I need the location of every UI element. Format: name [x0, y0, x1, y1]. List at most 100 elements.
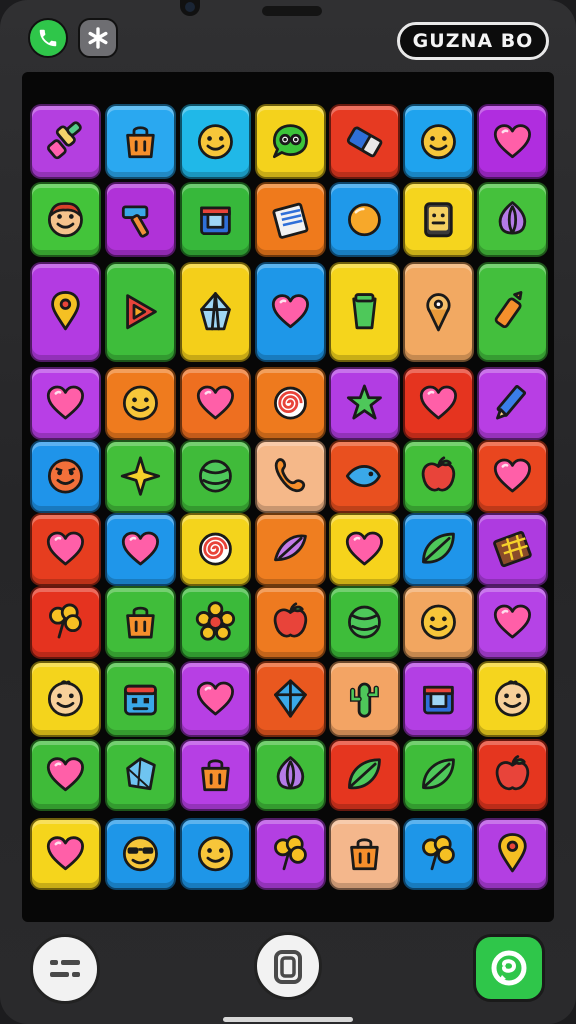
heart-icon [419, 386, 458, 420]
game-tile[interactable] [255, 513, 326, 586]
game-tile[interactable] [329, 739, 400, 811]
game-tile[interactable] [255, 182, 326, 257]
broccoli-icon [274, 835, 307, 871]
leaf-ball-icon [199, 460, 232, 493]
game-tile[interactable] [403, 262, 474, 362]
chat-button[interactable] [473, 934, 545, 1002]
game-tile[interactable] [105, 818, 176, 890]
game-tile[interactable] [255, 367, 326, 440]
heart-icon [196, 386, 235, 420]
heart-icon [196, 681, 235, 716]
game-tile[interactable] [30, 262, 101, 362]
game-tile[interactable] [105, 739, 176, 811]
game-tile[interactable] [255, 262, 326, 362]
heart-icon [46, 386, 85, 420]
orange-ball-icon [348, 203, 381, 236]
game-tile[interactable] [105, 586, 176, 659]
game-tile[interactable] [403, 739, 474, 811]
map-pin-icon [498, 833, 527, 873]
cracker-icon [274, 534, 307, 562]
game-tile[interactable] [329, 262, 400, 362]
broccoli-icon [49, 603, 82, 639]
menu-icon [50, 960, 80, 977]
game-tile[interactable] [403, 440, 474, 513]
game-tile[interactable] [329, 182, 400, 257]
game-tile[interactable] [105, 661, 176, 737]
game-board [22, 72, 554, 922]
game-tile[interactable] [403, 586, 474, 659]
camera-button[interactable] [254, 932, 322, 1000]
game-tile[interactable] [30, 367, 101, 440]
smiley-face-icon [421, 605, 456, 640]
baby-face-icon [495, 680, 530, 717]
game-tile[interactable] [180, 367, 251, 440]
menu-button[interactable] [30, 934, 100, 1004]
heart-icon [121, 532, 160, 566]
call-button[interactable] [28, 18, 68, 58]
game-tile[interactable] [403, 513, 474, 586]
game-tile[interactable] [105, 513, 176, 586]
game-tile[interactable] [403, 182, 474, 257]
eraser-icon [347, 126, 383, 158]
game-tile[interactable] [477, 182, 548, 257]
game-tile[interactable] [105, 367, 176, 440]
game-tile[interactable] [477, 513, 548, 586]
game-tile[interactable] [30, 661, 101, 737]
game-tile[interactable] [477, 818, 548, 890]
game-tile[interactable] [329, 586, 400, 659]
game-tile[interactable] [403, 818, 474, 890]
game-tile[interactable] [180, 818, 251, 890]
chat-bubble-eyes-icon [273, 124, 308, 158]
game-tile[interactable] [477, 440, 548, 513]
game-tile[interactable] [255, 586, 326, 659]
game-tile[interactable] [180, 586, 251, 659]
game-tile[interactable] [180, 262, 251, 362]
heart-icon [345, 532, 384, 566]
game-tile[interactable] [105, 440, 176, 513]
game-tile[interactable] [105, 104, 176, 179]
game-tile[interactable] [403, 104, 474, 179]
game-tile[interactable] [30, 739, 101, 811]
game-tile[interactable] [180, 661, 251, 737]
game-tile[interactable] [180, 104, 251, 179]
leaf-ball-icon [348, 606, 381, 639]
shopping-bag-icon [201, 759, 230, 792]
game-tile[interactable] [403, 661, 474, 737]
game-tile[interactable] [329, 367, 400, 440]
cactus-icon [350, 682, 379, 718]
game-tile[interactable] [329, 513, 400, 586]
game-tile[interactable] [30, 104, 101, 179]
game-tile[interactable] [255, 739, 326, 811]
game-tile[interactable] [30, 440, 101, 513]
leaf-icon [422, 758, 455, 790]
game-tile[interactable] [30, 182, 101, 257]
game-tile[interactable] [105, 182, 176, 257]
game-tile[interactable] [255, 104, 326, 179]
game-tile[interactable] [180, 440, 251, 513]
game-tile[interactable] [329, 661, 400, 737]
game-tile[interactable] [30, 818, 101, 890]
game-tile[interactable] [180, 739, 251, 811]
game-tile[interactable] [180, 513, 251, 586]
game-tile[interactable] [255, 661, 326, 737]
game-tile[interactable] [477, 367, 548, 440]
home-indicator[interactable] [223, 1017, 353, 1022]
game-tile[interactable] [477, 104, 548, 179]
game-tile[interactable] [30, 586, 101, 659]
game-tile[interactable] [255, 440, 326, 513]
leaf-icon [422, 533, 455, 564]
game-tile[interactable] [30, 513, 101, 586]
game-tile[interactable] [255, 818, 326, 890]
game-tile[interactable] [329, 818, 400, 890]
game-tile[interactable] [477, 262, 548, 362]
game-tile[interactable] [329, 440, 400, 513]
game-tile[interactable] [329, 104, 400, 179]
game-tile[interactable] [403, 367, 474, 440]
game-tile[interactable] [477, 586, 548, 659]
game-tile[interactable] [180, 182, 251, 257]
game-tile[interactable] [105, 262, 176, 362]
play-triangle-icon [126, 294, 157, 330]
game-tile[interactable] [477, 661, 548, 737]
game-tile[interactable] [477, 739, 548, 811]
settings-button[interactable] [78, 18, 118, 58]
